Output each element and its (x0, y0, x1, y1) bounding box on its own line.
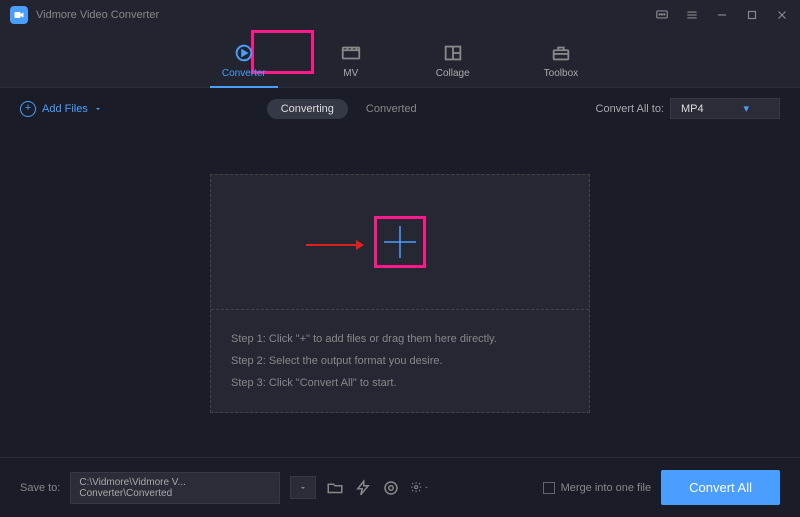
main-tabs: Converter MV Collage Toolbox (0, 30, 800, 88)
close-button[interactable] (774, 7, 790, 23)
convert-all-to: Convert All to: MP4 ▾ (596, 98, 780, 119)
subtab-converting[interactable]: Converting (267, 99, 348, 119)
footer: Save to: C:\Vidmore\Vidmore V... Convert… (0, 457, 800, 517)
subtab-converted[interactable]: Converted (352, 99, 431, 119)
high-speed-button[interactable] (382, 479, 400, 497)
tab-collage-label: Collage (436, 68, 470, 79)
titlebar: Vidmore Video Converter (0, 0, 800, 30)
tab-mv[interactable]: MV (328, 38, 374, 87)
menu-icon[interactable] (684, 7, 700, 23)
chevron-down-icon: ▾ (743, 102, 749, 115)
tab-converter[interactable]: Converter (210, 38, 278, 87)
merge-checkbox[interactable]: Merge into one file (543, 482, 652, 494)
feedback-icon[interactable] (654, 7, 670, 23)
hardware-accel-button[interactable] (354, 479, 372, 497)
converter-icon (233, 42, 255, 64)
toolbox-icon (550, 42, 572, 64)
step1-text: Step 1: Click "+" to add files or drag t… (231, 328, 569, 350)
dropzone[interactable]: Step 1: Click "+" to add files or drag t… (210, 174, 590, 413)
sub-tabs: Converting Converted (267, 99, 431, 119)
format-select[interactable]: MP4 ▾ (670, 98, 780, 119)
convert-all-button[interactable]: Convert All (661, 470, 780, 505)
plus-icon (380, 222, 420, 262)
tab-toolbox-label: Toolbox (544, 68, 578, 79)
app-title: Vidmore Video Converter (36, 9, 654, 21)
convert-all-to-label: Convert All to: (596, 103, 664, 115)
collage-icon (442, 42, 464, 64)
red-arrow-annotation (306, 237, 366, 253)
settings-gear-button[interactable] (410, 479, 428, 497)
minimize-button[interactable] (714, 7, 730, 23)
open-folder-button[interactable] (326, 479, 344, 497)
tab-collage[interactable]: Collage (424, 38, 482, 87)
chevron-down-icon (299, 484, 307, 492)
add-file-plus-button[interactable] (374, 216, 426, 268)
chevron-down-icon (94, 105, 102, 113)
tab-mv-label: MV (343, 68, 358, 79)
secondary-bar: + Add Files Converting Converted Convert… (0, 88, 800, 129)
add-files-label: Add Files (42, 103, 88, 115)
format-value: MP4 (681, 103, 704, 115)
save-to-label: Save to: (20, 482, 60, 494)
save-path-input[interactable]: C:\Vidmore\Vidmore V... Converter\Conver… (70, 472, 280, 504)
save-path-dropdown[interactable] (290, 476, 316, 499)
checkbox-icon (543, 482, 555, 494)
step3-text: Step 3: Click "Convert All" to start. (231, 372, 569, 394)
maximize-button[interactable] (744, 7, 760, 23)
tab-toolbox[interactable]: Toolbox (532, 38, 590, 87)
content-area: Step 1: Click "+" to add files or drag t… (0, 129, 800, 457)
mv-icon (340, 42, 362, 64)
merge-label: Merge into one file (561, 482, 652, 494)
step2-text: Step 2: Select the output format you des… (231, 350, 569, 372)
plus-circle-icon: + (20, 101, 36, 117)
app-logo (10, 6, 28, 24)
add-files-button[interactable]: + Add Files (20, 101, 102, 117)
dropzone-top (211, 175, 589, 310)
dropzone-steps: Step 1: Click "+" to add files or drag t… (211, 310, 589, 412)
tab-converter-label: Converter (222, 68, 266, 79)
